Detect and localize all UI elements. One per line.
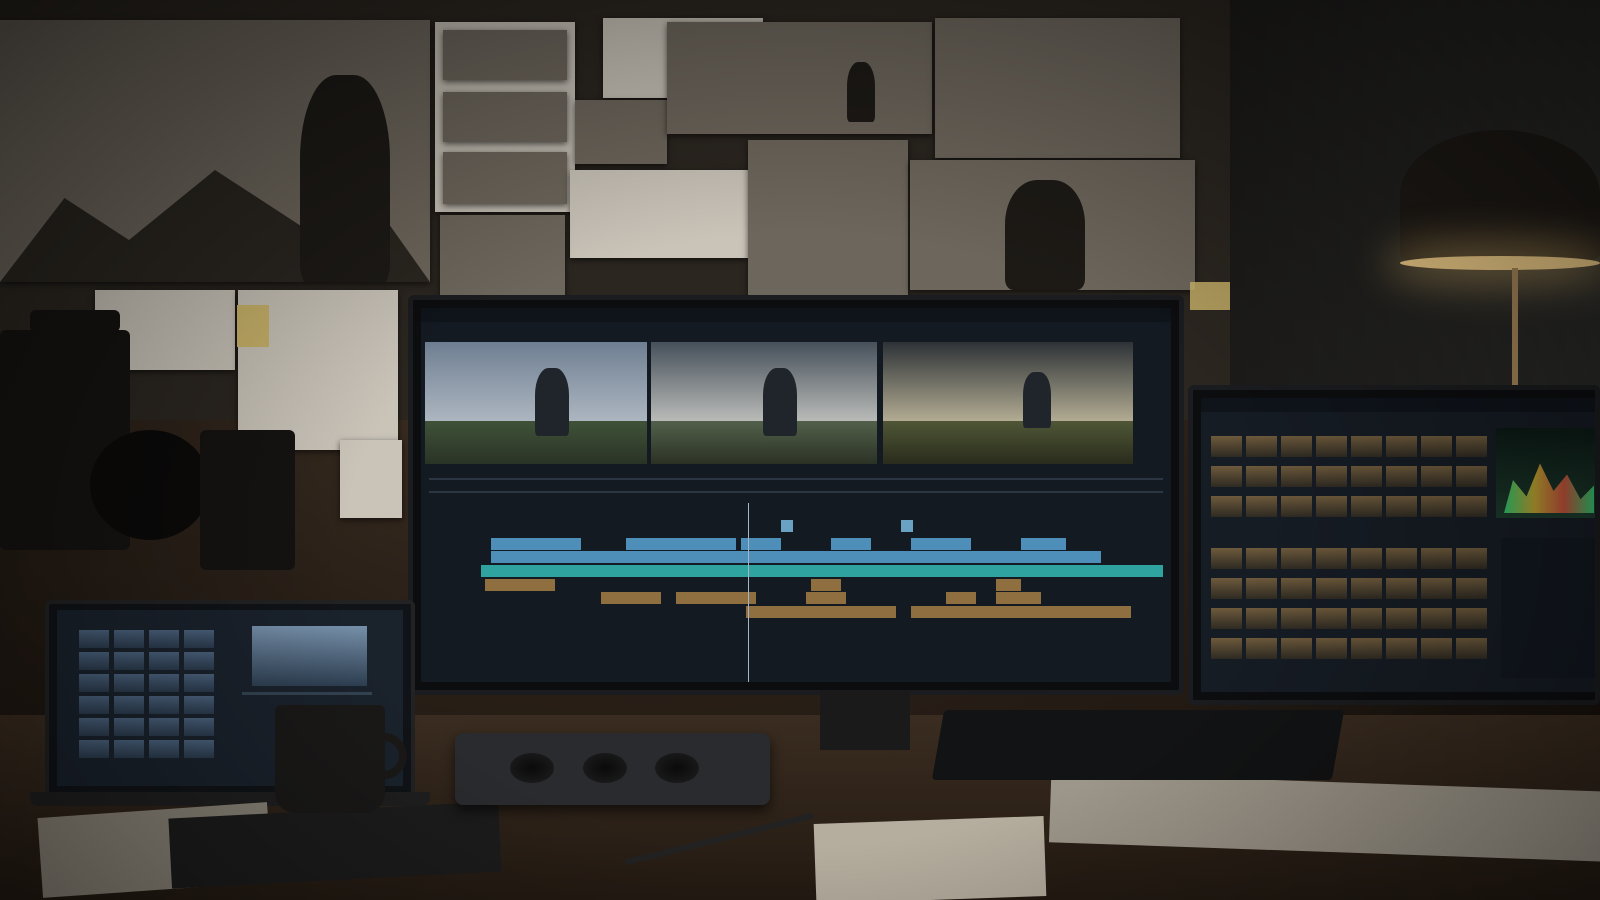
viewer-clip-1[interactable] [425,342,647,464]
viewer-clip-2[interactable] [651,342,877,464]
mood-photo-figure [667,22,932,134]
waveform-scope [1496,428,1595,518]
video-track-v1[interactable] [491,551,1151,563]
audio-track-a3[interactable] [491,606,1151,618]
video-track-teal[interactable] [481,565,1163,577]
laptop-thumbnail[interactable] [79,740,109,758]
thumbnail-grid-top[interactable] [1211,436,1491,522]
nle-menu-bar[interactable] [421,308,1171,322]
laptop-thumbnail[interactable] [79,630,109,648]
laptop-thumbnail[interactable] [114,718,144,736]
laptop-thumbnail[interactable] [79,674,109,692]
media-browser-header[interactable] [1201,398,1595,412]
paper-sheet [813,816,1047,900]
video-track-v2[interactable] [491,538,1151,550]
laptop-thumbnail[interactable] [149,696,179,714]
desk-lamp-shade [1400,130,1600,260]
laptop-thumbnail[interactable] [114,652,144,670]
mood-sketch [570,170,748,258]
timeline-toolbar[interactable] [429,491,1163,493]
laptop-thumbnail[interactable] [184,652,214,670]
laptop-thumbnail[interactable] [114,696,144,714]
laptop-thumbnail[interactable] [184,696,214,714]
editing-control-surface [455,733,770,805]
laptop-thumbnail[interactable] [184,740,214,758]
timeline-playhead[interactable] [748,503,749,682]
audio-track-a1[interactable] [485,579,1151,591]
mood-sketch-small [340,440,402,518]
mood-photo-terrain [748,140,908,300]
control-trackball-1[interactable] [510,753,554,783]
laptop-thumbnail[interactable] [114,674,144,692]
inspector-panel[interactable] [1501,538,1595,678]
desk-lamp-pole [1512,268,1518,398]
main-editing-monitor [408,295,1184,695]
control-trackball-3[interactable] [655,753,699,783]
sticky-note-right [1190,282,1230,310]
laptop-thumbnail[interactable] [114,630,144,648]
lamp-light-glow [1400,256,1600,270]
laptop-thumbnail[interactable] [184,718,214,736]
laptop-thumbnail[interactable] [184,674,214,692]
laptop-thumbnail[interactable] [79,652,109,670]
mood-photo-soldier-landscape [0,20,430,282]
viewer-clip-3[interactable] [883,342,1133,464]
keyboard [931,710,1345,780]
laptop-thumbnail[interactable] [149,652,179,670]
control-trackball-2[interactable] [583,753,627,783]
media-browser-screen [1201,398,1595,692]
nle-screen [421,308,1171,682]
laptop-thumbnail[interactable] [149,718,179,736]
monitor-stand [820,690,910,750]
mood-photo-armored-figure [910,160,1195,290]
laptop-thumbnail[interactable] [79,696,109,714]
mood-photo-aircraft [935,18,1180,158]
laptop-thumbnail[interactable] [149,630,179,648]
timeline-ruler[interactable] [429,478,1163,480]
laptop-thumbnail[interactable] [79,718,109,736]
laptop-thumbnail[interactable] [149,740,179,758]
laptop-thumbnail[interactable] [149,674,179,692]
laptop-preview-viewer[interactable] [252,626,367,686]
laptop-thumbnail[interactable] [114,740,144,758]
secondary-monitor [1188,385,1600,705]
mood-photo-road [440,215,565,305]
coffee-mug [275,705,410,815]
editing-room-scene [0,0,1600,900]
laptop-thumbnail[interactable] [184,630,214,648]
thumbnail-grid-bottom[interactable] [1211,548,1491,668]
mood-photo-small [575,100,667,164]
video-track-v3[interactable] [491,520,1151,532]
mood-photo-stack [435,22,575,212]
laptop-scrubber[interactable] [242,692,372,695]
audio-track-a2[interactable] [491,592,1151,604]
cinema-camera [0,310,300,610]
